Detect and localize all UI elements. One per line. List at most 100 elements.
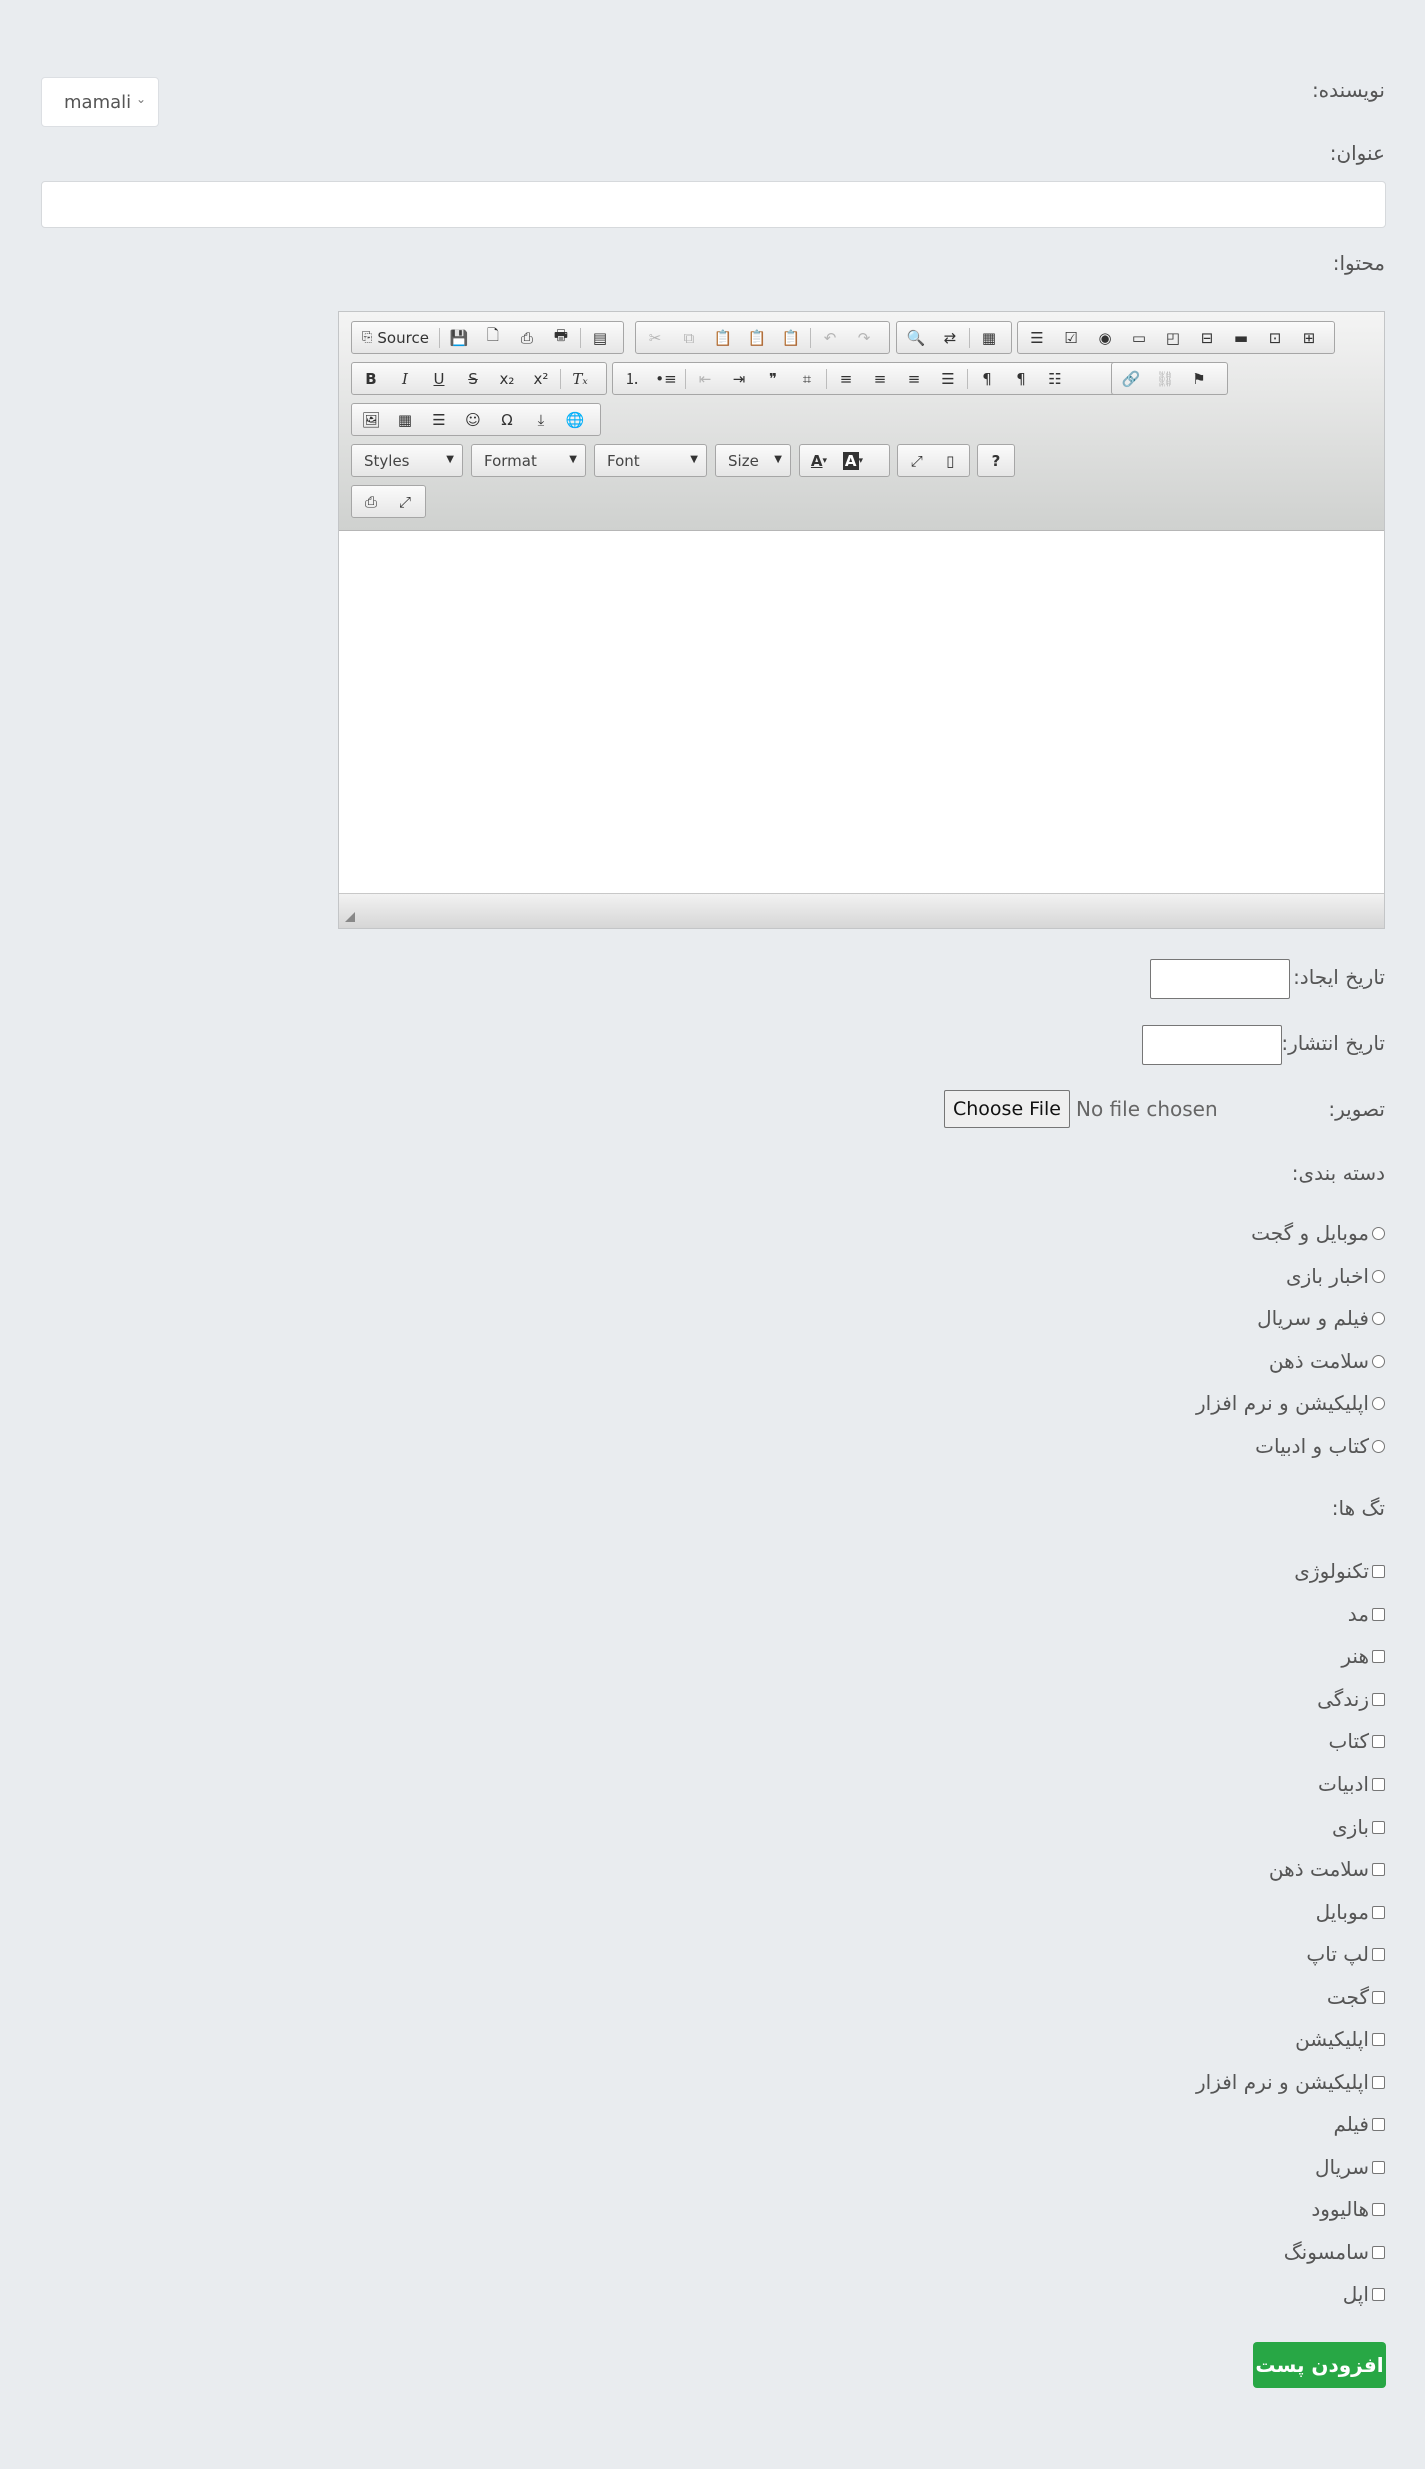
tag-option[interactable]: تکنولوژی [1294,1559,1385,1583]
save-icon[interactable]: 💾 [442,323,476,352]
tag-option[interactable]: زندگی [1317,1687,1385,1711]
checkbox[interactable] [1372,2160,1385,2174]
maximize-icon[interactable]: ⤢ [900,446,934,475]
checkbox[interactable] [1372,2117,1385,2131]
ltr-icon[interactable]: ¶ [970,364,1004,393]
category-option[interactable]: موبایل و گجت [1251,1221,1385,1245]
add-post-button[interactable]: افزودن پست [1253,2342,1386,2388]
checkbox[interactable] [1372,2287,1385,2301]
justify-icon[interactable]: ☰ [931,364,965,393]
undo-icon[interactable]: ↶ [813,323,847,352]
font-dropdown[interactable]: Font ▼ [594,444,707,477]
category-option[interactable]: اخبار بازی [1286,1264,1385,1288]
anchor-flag-icon[interactable]: ⚑ [1182,364,1216,393]
unlink-icon[interactable]: ⛓ [1148,364,1182,393]
radio-icon[interactable]: ◉ [1088,323,1122,352]
tag-option[interactable]: اپلیکیشن و نرم افزار [1196,2070,1385,2094]
paste-word-icon[interactable]: 📋 [774,323,808,352]
checkbox[interactable] [1372,1649,1385,1663]
select-all-icon[interactable]: ▦ [972,323,1006,352]
editor-content-area[interactable] [339,531,1384,894]
preview-icon[interactable]: ⎙ [354,487,388,516]
form-icon[interactable]: ☰ [1020,323,1054,352]
radio-button[interactable] [1372,1396,1385,1410]
tag-option[interactable]: بازی [1332,1815,1385,1839]
title-input[interactable] [41,181,1386,228]
format-dropdown[interactable]: Format ▼ [471,444,586,477]
align-left-icon[interactable]: ≡ [829,364,863,393]
checkbox[interactable] [1372,1564,1385,1578]
checkbox[interactable] [1372,1734,1385,1748]
tag-option[interactable]: موبایل [1316,1900,1385,1924]
tag-option[interactable]: سریال [1315,2155,1385,2179]
radio-button[interactable] [1372,1311,1385,1325]
text-field-icon[interactable]: ▭ [1122,323,1156,352]
paste-icon[interactable]: 📋 [706,323,740,352]
align-center-icon[interactable]: ≡ [863,364,897,393]
indent-icon[interactable]: ⇥ [722,364,756,393]
table-icon[interactable]: ▦ [388,405,422,434]
source-button[interactable]: ⎘ Source [354,323,437,352]
italic-icon[interactable]: I [388,364,422,393]
checkbox[interactable] [1372,1607,1385,1621]
created-date-input[interactable] [1150,959,1290,999]
outdent-icon[interactable]: ⇤ [688,364,722,393]
underline-icon[interactable]: U [422,364,456,393]
language-icon[interactable]: ☷ [1038,364,1072,393]
blockquote-icon[interactable]: ❞ [756,364,790,393]
tag-option[interactable]: لپ تاپ [1306,1942,1385,1966]
radio-button[interactable] [1372,1226,1385,1240]
templates-icon[interactable]: ▤ [583,323,617,352]
checkbox[interactable] [1372,1990,1385,2004]
styles-dropdown[interactable]: Styles ▼ [351,444,463,477]
textarea-icon[interactable]: ◰ [1156,323,1190,352]
radio-button[interactable] [1372,1354,1385,1368]
tag-option[interactable]: کتاب [1329,1729,1385,1753]
strikethrough-icon[interactable]: S [456,364,490,393]
size-dropdown[interactable]: Size ▼ [715,444,791,477]
tag-option[interactable]: هنر [1341,1644,1385,1668]
checkbox[interactable] [1372,2032,1385,2046]
checkbox-icon[interactable]: ☑ [1054,323,1088,352]
checkbox[interactable] [1372,1905,1385,1919]
copy-icon[interactable]: ⧉ [672,323,706,352]
tag-option[interactable]: اپل [1343,2282,1385,2306]
iframe-globe-icon[interactable]: 🌐 [558,405,592,434]
published-date-input[interactable] [1142,1025,1282,1065]
tag-option[interactable]: هالیوود [1311,2197,1385,2221]
resize-handle-icon[interactable] [345,912,355,922]
radio-button[interactable] [1372,1439,1385,1453]
special-char-icon[interactable]: Ω [490,405,524,434]
tag-option[interactable]: سامسونگ [1284,2240,1385,2264]
superscript-icon[interactable]: x² [524,364,558,393]
maximize-icon[interactable]: ⤢ [388,487,422,516]
preview-icon[interactable]: ⎙ [510,323,544,352]
radio-button[interactable] [1372,1269,1385,1283]
tag-option[interactable]: اپلیکیشن [1295,2027,1385,2051]
hidden-field-icon[interactable]: ⊞ [1292,323,1326,352]
tag-option[interactable]: فیلم [1333,2112,1385,2136]
print-icon[interactable]: 🖶 [544,323,578,352]
tag-option[interactable]: سلامت ذهن [1269,1857,1385,1881]
checkbox[interactable] [1372,2202,1385,2216]
category-option[interactable]: کتاب و ادبیات [1255,1434,1385,1458]
cut-icon[interactable]: ✂ [638,323,672,352]
link-icon[interactable]: 🔗 [1114,364,1148,393]
numbered-list-icon[interactable]: ⒈ [615,364,649,393]
tag-option[interactable]: گجت [1327,1985,1385,2009]
image-button-icon[interactable]: ⊡ [1258,323,1292,352]
category-option[interactable]: اپلیکیشن و نرم افزار [1196,1391,1385,1415]
category-option[interactable]: سلامت ذهن [1269,1349,1385,1373]
paste-text-icon[interactable]: 📋 [740,323,774,352]
bg-color-icon[interactable]: A ▾ [836,446,870,475]
text-color-icon[interactable]: A ▾ [802,446,836,475]
find-icon[interactable]: 🔍 [899,323,933,352]
checkbox[interactable] [1372,1947,1385,1961]
div-container-icon[interactable]: ⌗ [790,364,824,393]
author-select[interactable]: mamali ⌄ [41,77,159,127]
replace-icon[interactable]: ⇄ [933,323,967,352]
select-field-icon[interactable]: ⊟ [1190,323,1224,352]
category-option[interactable]: فیلم و سریال [1257,1306,1385,1330]
help-icon[interactable]: ? [980,446,1012,475]
page-break-icon[interactable]: ⤓ [524,405,558,434]
